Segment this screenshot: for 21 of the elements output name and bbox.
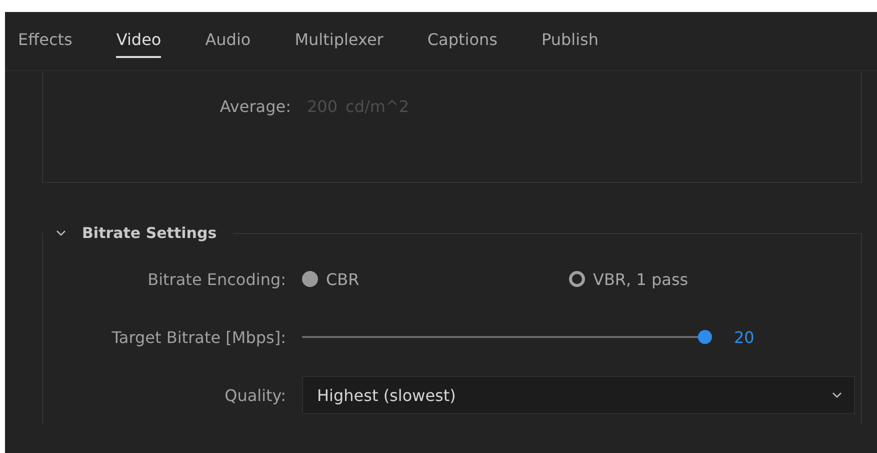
radio-label[interactable]: VBR, 1 pass <box>593 270 688 288</box>
field-label: Target Bitrate [Mbps]: <box>110 328 287 346</box>
section-title: Bitrate Settings <box>82 224 217 242</box>
field-label: Quality: <box>224 386 287 404</box>
bitrate-slider[interactable] <box>302 330 712 344</box>
field-label: Bitrate Encoding: <box>146 270 287 288</box>
tab[interactable]: Video <box>116 24 162 58</box>
tab[interactable]: Multiplexer <box>294 24 384 58</box>
radio-button[interactable] <box>302 271 318 287</box>
tab[interactable]: Captions <box>427 24 498 58</box>
quality-dropdown[interactable]: Highest (slowest) <box>302 376 855 414</box>
field-label: Average: <box>218 96 292 116</box>
slider-value[interactable]: 20 <box>734 328 754 346</box>
caret-icon <box>832 392 842 398</box>
tab[interactable]: Effects <box>18 24 72 58</box>
chevron-icon[interactable] <box>56 230 66 236</box>
tab[interactable]: Publish <box>542 24 599 58</box>
slider-thumb[interactable] <box>698 330 712 344</box>
radio-button[interactable] <box>569 271 585 287</box>
tab[interactable]: Audio <box>205 24 251 58</box>
radio-label[interactable]: CBR <box>326 270 360 288</box>
